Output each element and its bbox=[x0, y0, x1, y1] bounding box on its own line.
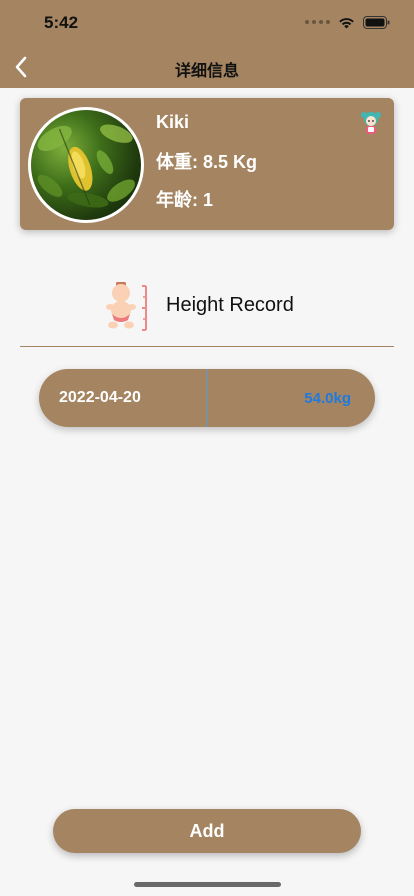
baby-name: Kiki bbox=[156, 112, 190, 132]
height-record-header: Height Record bbox=[0, 278, 414, 334]
section-divider bbox=[20, 346, 394, 347]
page-title: 详细信息 bbox=[174, 63, 239, 80]
record-divider bbox=[206, 369, 207, 427]
wifi-icon bbox=[338, 16, 355, 29]
baby-weight: 体重: 8.5 Kg bbox=[156, 152, 258, 172]
battery-icon bbox=[363, 15, 390, 29]
status-time: 5:42 bbox=[44, 13, 79, 32]
status-icons bbox=[305, 14, 390, 30]
record-value: 54.0kg bbox=[304, 390, 351, 407]
record-row[interactable]: 2022-04-20 54.0kg bbox=[39, 369, 375, 427]
record-date: 2022-04-20 bbox=[59, 389, 141, 406]
home-indicator bbox=[134, 882, 281, 887]
add-button[interactable]: Add bbox=[53, 809, 361, 853]
section-title: Height Record bbox=[166, 294, 294, 316]
mascot-icon bbox=[360, 110, 382, 136]
avatar bbox=[28, 107, 144, 223]
cellular-signal-icon bbox=[305, 20, 330, 24]
profile-card: Kiki 体重: 8.5 Kg 年龄: 1 bbox=[20, 98, 394, 230]
baby-icon bbox=[104, 280, 152, 332]
top-bar: 5:42 详细信息 bbox=[0, 0, 414, 88]
baby-age: 年龄: 1 bbox=[156, 190, 214, 210]
